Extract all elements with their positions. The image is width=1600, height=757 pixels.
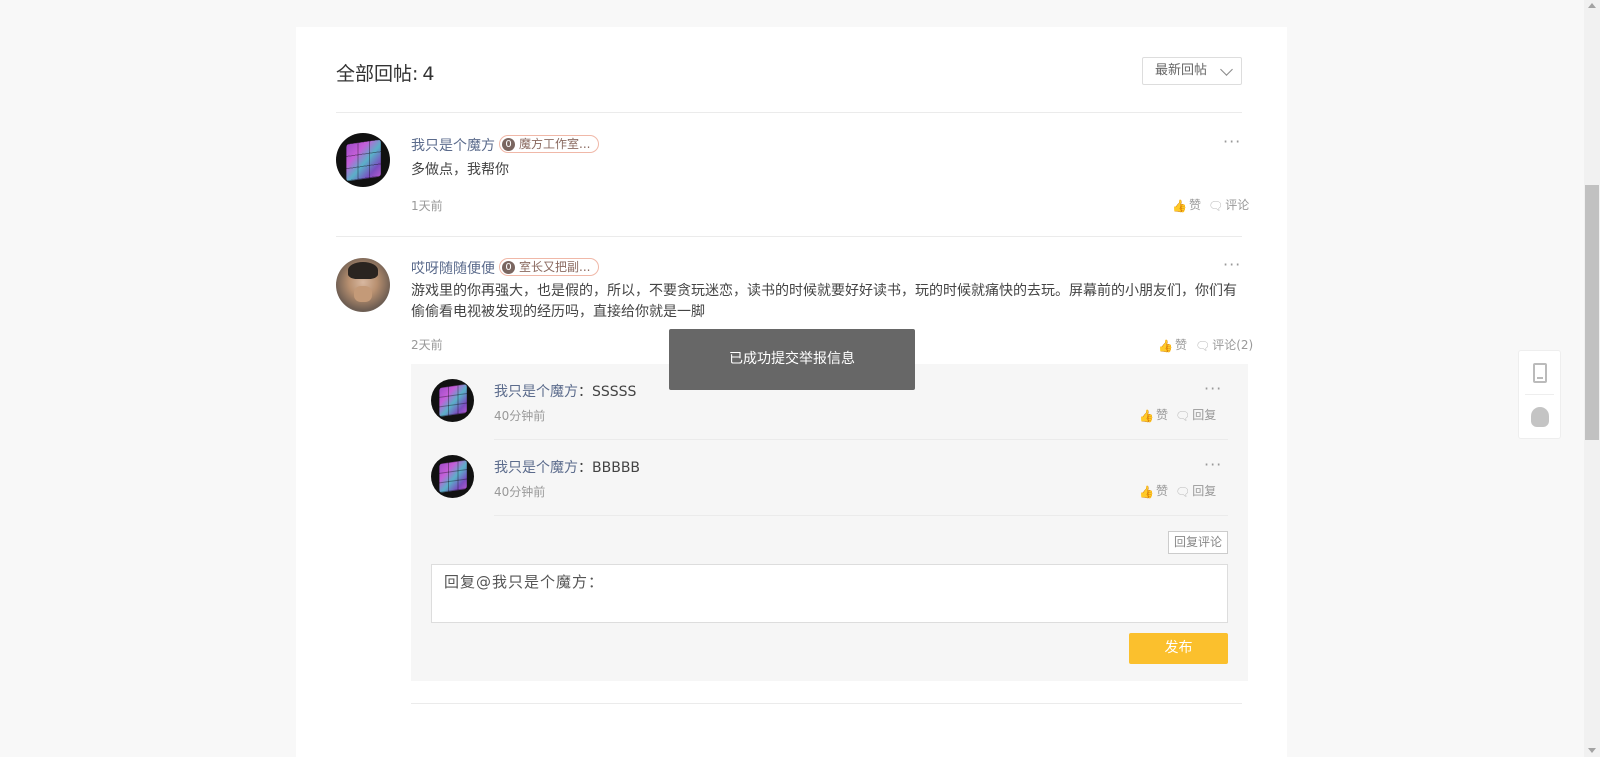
reply-username[interactable]: 我只是个魔方 xyxy=(494,460,578,476)
post-content: 游戏里的你再强大，也是假的，所以，不要贪玩迷恋，读书的时候就要好好读书，玩的时候… xyxy=(411,283,1237,320)
comment-button[interactable]: 🗨 评论(2) xyxy=(1195,336,1253,353)
toast-message: 已成功提交举报信息 xyxy=(669,329,915,390)
like-button[interactable]: 👍 赞 xyxy=(1139,406,1168,423)
mobile-phone-icon[interactable] xyxy=(1533,363,1547,383)
comments-title: 全部回帖: 4 xyxy=(336,59,435,86)
post-time: 1天前 xyxy=(411,199,443,213)
avatar[interactable] xyxy=(431,379,474,422)
scroll-down-icon[interactable] xyxy=(1588,748,1596,753)
more-options-icon[interactable]: ··· xyxy=(1204,457,1222,473)
badge-label: 室长又把副... xyxy=(519,260,591,274)
reply-input[interactable]: 回复@我只是个魔方： xyxy=(431,564,1228,623)
header-divider xyxy=(336,112,1242,113)
reply-divider xyxy=(494,439,1228,440)
more-options-icon[interactable]: ··· xyxy=(1223,257,1241,273)
like-button[interactable]: 👍 赞 xyxy=(1172,196,1201,213)
reply-item: 我只是个魔方：SSSSS xyxy=(494,384,637,400)
more-options-icon[interactable]: ··· xyxy=(1204,381,1222,397)
more-options-icon[interactable]: ··· xyxy=(1223,134,1241,150)
comment-button[interactable]: 🗨 评论 xyxy=(1208,196,1249,213)
scrollbar-thumb[interactable] xyxy=(1585,185,1599,440)
reply-text: BBBBB xyxy=(592,460,641,476)
avatar[interactable] xyxy=(336,133,390,187)
sort-dropdown[interactable]: 最新回帖 xyxy=(1142,57,1242,85)
reply-username[interactable]: 我只是个魔方 xyxy=(494,384,578,400)
comment-icon: 🗨 xyxy=(1208,199,1224,213)
sort-dropdown-label: 最新回帖 xyxy=(1155,63,1208,78)
reply-divider xyxy=(494,515,1228,516)
reply-item: 我只是个魔方：BBBBB xyxy=(494,460,641,476)
comments-count: 4 xyxy=(422,63,435,85)
post-divider xyxy=(336,236,1242,237)
comment-icon: 🗨 xyxy=(1175,409,1191,423)
comments-title-label: 全部回帖: xyxy=(336,63,419,85)
reply-time: 40分钟前 xyxy=(494,409,546,423)
badge-label: 魔方工作室... xyxy=(519,137,591,151)
user-badge: 0 魔方工作室... xyxy=(499,135,600,153)
like-button[interactable]: 👍 赞 xyxy=(1139,482,1168,499)
badge-level: 0 xyxy=(502,138,515,151)
thumbs-up-icon: 👍 xyxy=(1139,409,1154,423)
comments-header: 全部回帖: 4 最新回帖 xyxy=(336,57,1242,87)
comment-icon: 🗨 xyxy=(1195,339,1211,353)
badge-level: 0 xyxy=(502,261,515,274)
avatar[interactable] xyxy=(336,258,390,312)
post-content: 多做点，我帮你 xyxy=(411,162,509,178)
scroll-up-icon[interactable] xyxy=(1588,3,1596,8)
side-toolbar xyxy=(1518,350,1561,439)
post-time: 2天前 xyxy=(411,338,443,352)
reply-text: SSSSS xyxy=(592,384,637,400)
comment-icon: 🗨 xyxy=(1175,485,1191,499)
thumbs-up-icon: 👍 xyxy=(1139,485,1154,499)
reply-button[interactable]: 🗨 回复 xyxy=(1175,406,1216,423)
post-username[interactable]: 我只是个魔方 xyxy=(411,135,495,155)
avatar[interactable] xyxy=(431,455,474,498)
reply-button[interactable]: 🗨 回复 xyxy=(1175,482,1216,499)
like-button[interactable]: 👍 赞 xyxy=(1158,336,1187,353)
reply-time: 40分钟前 xyxy=(494,485,546,499)
user-badge: 0 室长又把副... xyxy=(499,258,600,276)
publish-button[interactable]: 发布 xyxy=(1129,633,1228,664)
reply-comment-button[interactable]: 回复评论 xyxy=(1168,531,1228,554)
post-username[interactable]: 哎呀随随便便 xyxy=(411,258,495,278)
thumbs-up-icon: 👍 xyxy=(1172,199,1187,213)
thumbs-up-icon: 👍 xyxy=(1158,339,1173,353)
post-divider xyxy=(411,703,1242,704)
reply-thread: 我只是个魔方：SSSSS ··· 40分钟前 👍 赞 🗨 回复 我只是个魔方：BBB… xyxy=(411,364,1248,681)
qq-icon[interactable] xyxy=(1531,407,1549,427)
comments-card: 全部回帖: 4 最新回帖 我只是个魔方 0 魔方工作室... ··· 多做点，我帮你… xyxy=(296,27,1287,757)
chevron-down-icon xyxy=(1220,63,1233,76)
